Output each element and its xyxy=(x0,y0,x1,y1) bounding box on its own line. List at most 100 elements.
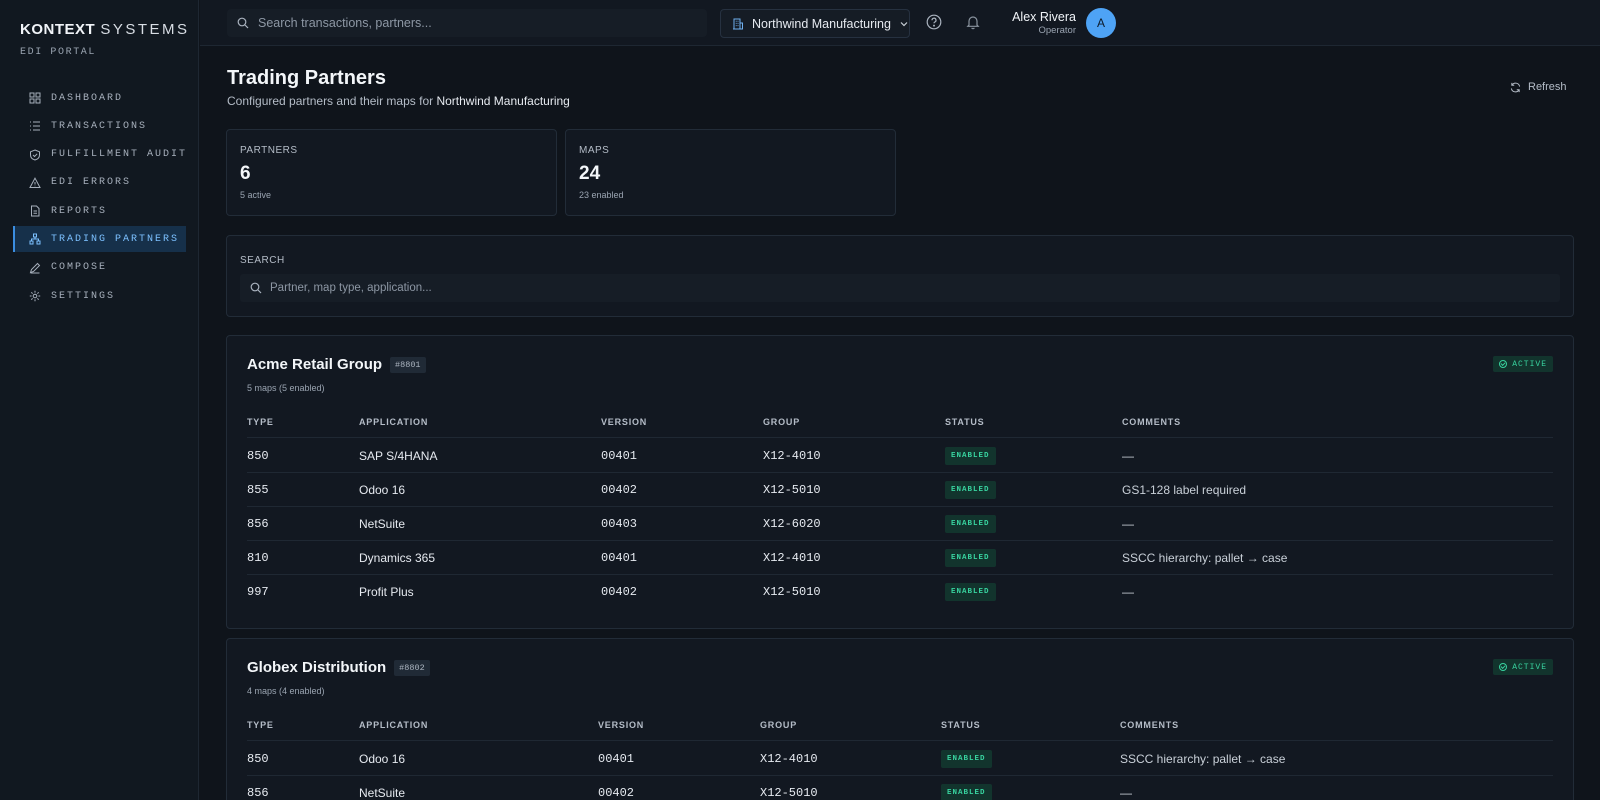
table-row[interactable]: 997 Profit Plus 00402 X12-5010 ENABLED — xyxy=(247,575,1553,609)
table-row[interactable]: 850 SAP S/4HANA 00401 X12-4010 ENABLED — xyxy=(247,439,1553,473)
brand-logo[interactable]: KONTEXT SYSTEMS xyxy=(20,21,190,38)
sidebar-item-label: COMPOSE xyxy=(51,262,108,274)
pen-icon xyxy=(29,262,41,274)
sidebar-item-transactions[interactable]: TRANSACTIONS xyxy=(13,113,186,139)
cell-type: 850 xyxy=(247,448,269,463)
sidebar-item-trading-partners[interactable]: TRADING PARTNERS xyxy=(13,226,186,253)
cell-application: SAP S/4HANA xyxy=(359,448,438,463)
search-label: SEARCH xyxy=(240,255,285,266)
topbar: Search transactions, partners... Northwi… xyxy=(200,0,1600,46)
grid-icon xyxy=(29,92,41,104)
table-row[interactable]: 810 Dynamics 365 00401 X12-4010 ENABLED … xyxy=(247,541,1553,575)
help-icon xyxy=(926,14,942,30)
partner-search-placeholder: Partner, map type, application... xyxy=(270,282,432,294)
sidebar-item-fulfillment-audit[interactable]: FULFILLMENT AUDIT xyxy=(13,142,186,168)
stat-card-partners: PARTNERS 6 5 active xyxy=(226,129,557,216)
search-icon xyxy=(237,17,249,29)
partner-search-input[interactable]: Partner, map type, application... xyxy=(240,274,1560,302)
partner-card: Globex Distribution #8802 4 maps (4 enab… xyxy=(226,638,1574,800)
table-row[interactable]: 850 Odoo 16 00401 X12-4010 ENABLED SSCC … xyxy=(247,742,1553,776)
cell-status: ENABLED xyxy=(945,439,996,472)
table-row[interactable]: 856 NetSuite 00403 X12-6020 ENABLED — xyxy=(247,507,1553,541)
avatar[interactable]: A xyxy=(1086,8,1116,38)
cell-comments: — xyxy=(1122,516,1134,531)
cell-version: 00403 xyxy=(601,516,638,531)
page-title: Trading Partners xyxy=(227,67,386,89)
column-header-status[interactable]: STATUS xyxy=(941,720,980,740)
brand-name-rest: SYSTEMS xyxy=(100,21,190,38)
cell-status: ENABLED xyxy=(945,575,996,609)
sidebar-item-label: EDI ERRORS xyxy=(51,177,132,189)
partner-name[interactable]: Globex Distribution xyxy=(247,659,386,676)
brand-subtitle: EDI PORTAL xyxy=(20,47,97,58)
enabled-badge: ENABLED xyxy=(945,583,996,601)
cell-type: 856 xyxy=(247,786,269,800)
page-subtitle: Configured partners and their maps for N… xyxy=(227,94,570,108)
table-header: TYPE APPLICATION VERSION GROUP STATUS CO… xyxy=(247,720,1553,741)
cell-status: ENABLED xyxy=(941,776,992,800)
check-circle-icon xyxy=(1499,663,1508,671)
stat-sub: 5 active xyxy=(240,190,272,200)
status-badge: ACTIVE xyxy=(1493,356,1553,372)
sidebar-item-label: FULFILLMENT AUDIT xyxy=(51,149,188,161)
column-header-version[interactable]: VERSION xyxy=(601,417,647,437)
sidebar-item-edi-errors[interactable]: EDI ERRORS xyxy=(13,170,186,196)
user-name: Alex Rivera xyxy=(1012,10,1076,24)
enabled-badge: ENABLED xyxy=(945,548,996,567)
partner-search-card: SEARCH Partner, map type, application... xyxy=(226,235,1574,317)
cell-comments: — xyxy=(1122,448,1134,463)
column-header-application[interactable]: APPLICATION xyxy=(359,720,428,740)
cell-status: ENABLED xyxy=(945,473,996,506)
cell-application: Dynamics 365 xyxy=(359,550,436,565)
column-header-group[interactable]: GROUP xyxy=(760,720,797,740)
cell-type: 997 xyxy=(247,585,269,599)
table-header: TYPE APPLICATION VERSION GROUP STATUS CO… xyxy=(247,417,1553,438)
sidebar-item-settings[interactable]: SETTINGS xyxy=(13,283,186,309)
partner-maps-summary: 5 maps (5 enabled) xyxy=(247,383,325,393)
stat-value: 6 xyxy=(240,163,251,184)
column-header-group[interactable]: GROUP xyxy=(763,417,800,437)
cell-comments: SSCC hierarchy: pallet → case xyxy=(1120,751,1286,766)
user-role: Operator xyxy=(1038,25,1077,36)
stat-label: MAPS xyxy=(579,145,610,156)
stat-sub: 23 enabled xyxy=(579,190,624,200)
stat-card-maps: MAPS 24 23 enabled xyxy=(565,129,896,216)
table-row[interactable]: 856 NetSuite 00402 X12-5010 ENABLED — xyxy=(247,776,1553,800)
status-badge: ACTIVE xyxy=(1493,659,1553,675)
column-header-comments[interactable]: COMMENTS xyxy=(1120,720,1179,740)
column-header-type[interactable]: TYPE xyxy=(247,417,274,437)
refresh-button[interactable]: Refresh xyxy=(1510,81,1567,93)
sidebar-item-dashboard[interactable]: DASHBOARD xyxy=(13,85,186,111)
sidebar-item-label: DASHBOARD xyxy=(51,92,124,104)
page-subtitle-prefix: Configured partners and their maps for xyxy=(227,94,434,108)
stat-label: PARTNERS xyxy=(240,145,298,156)
page-subtitle-org: Northwind Manufacturing xyxy=(436,94,570,108)
help-button[interactable] xyxy=(926,14,942,30)
enabled-badge: ENABLED xyxy=(945,514,996,533)
global-search-placeholder: Search transactions, partners... xyxy=(258,16,432,30)
column-header-version[interactable]: VERSION xyxy=(598,720,644,740)
cell-comments: — xyxy=(1122,585,1134,599)
cell-group: X12-6020 xyxy=(763,516,821,531)
partner-name-block: Acme Retail Group #8801 xyxy=(247,356,426,373)
cell-application: Profit Plus xyxy=(359,585,414,599)
column-header-status[interactable]: STATUS xyxy=(945,417,984,437)
column-header-type[interactable]: TYPE xyxy=(247,720,274,740)
cell-application: Odoo 16 xyxy=(359,482,406,497)
sidebar-item-compose[interactable]: COMPOSE xyxy=(13,255,186,281)
cell-type: 850 xyxy=(247,751,269,766)
column-header-application[interactable]: APPLICATION xyxy=(359,417,428,437)
partner-name[interactable]: Acme Retail Group xyxy=(247,356,382,373)
sidebar-item-label: TRANSACTIONS xyxy=(51,120,148,132)
cell-application: Odoo 16 xyxy=(359,751,406,766)
table-row[interactable]: 855 Odoo 16 00402 X12-5010 ENABLED GS1-1… xyxy=(247,473,1553,507)
enabled-badge: ENABLED xyxy=(941,749,992,768)
cell-type: 810 xyxy=(247,550,269,565)
global-search-input[interactable]: Search transactions, partners... xyxy=(227,9,707,37)
cell-type: 856 xyxy=(247,516,269,531)
column-header-comments[interactable]: COMMENTS xyxy=(1122,417,1181,437)
sidebar-item-reports[interactable]: REPORTS xyxy=(13,198,186,224)
org-selector[interactable]: Northwind Manufacturing xyxy=(720,9,910,38)
chevron-down-icon xyxy=(900,21,908,26)
refresh-label: Refresh xyxy=(1528,81,1567,93)
